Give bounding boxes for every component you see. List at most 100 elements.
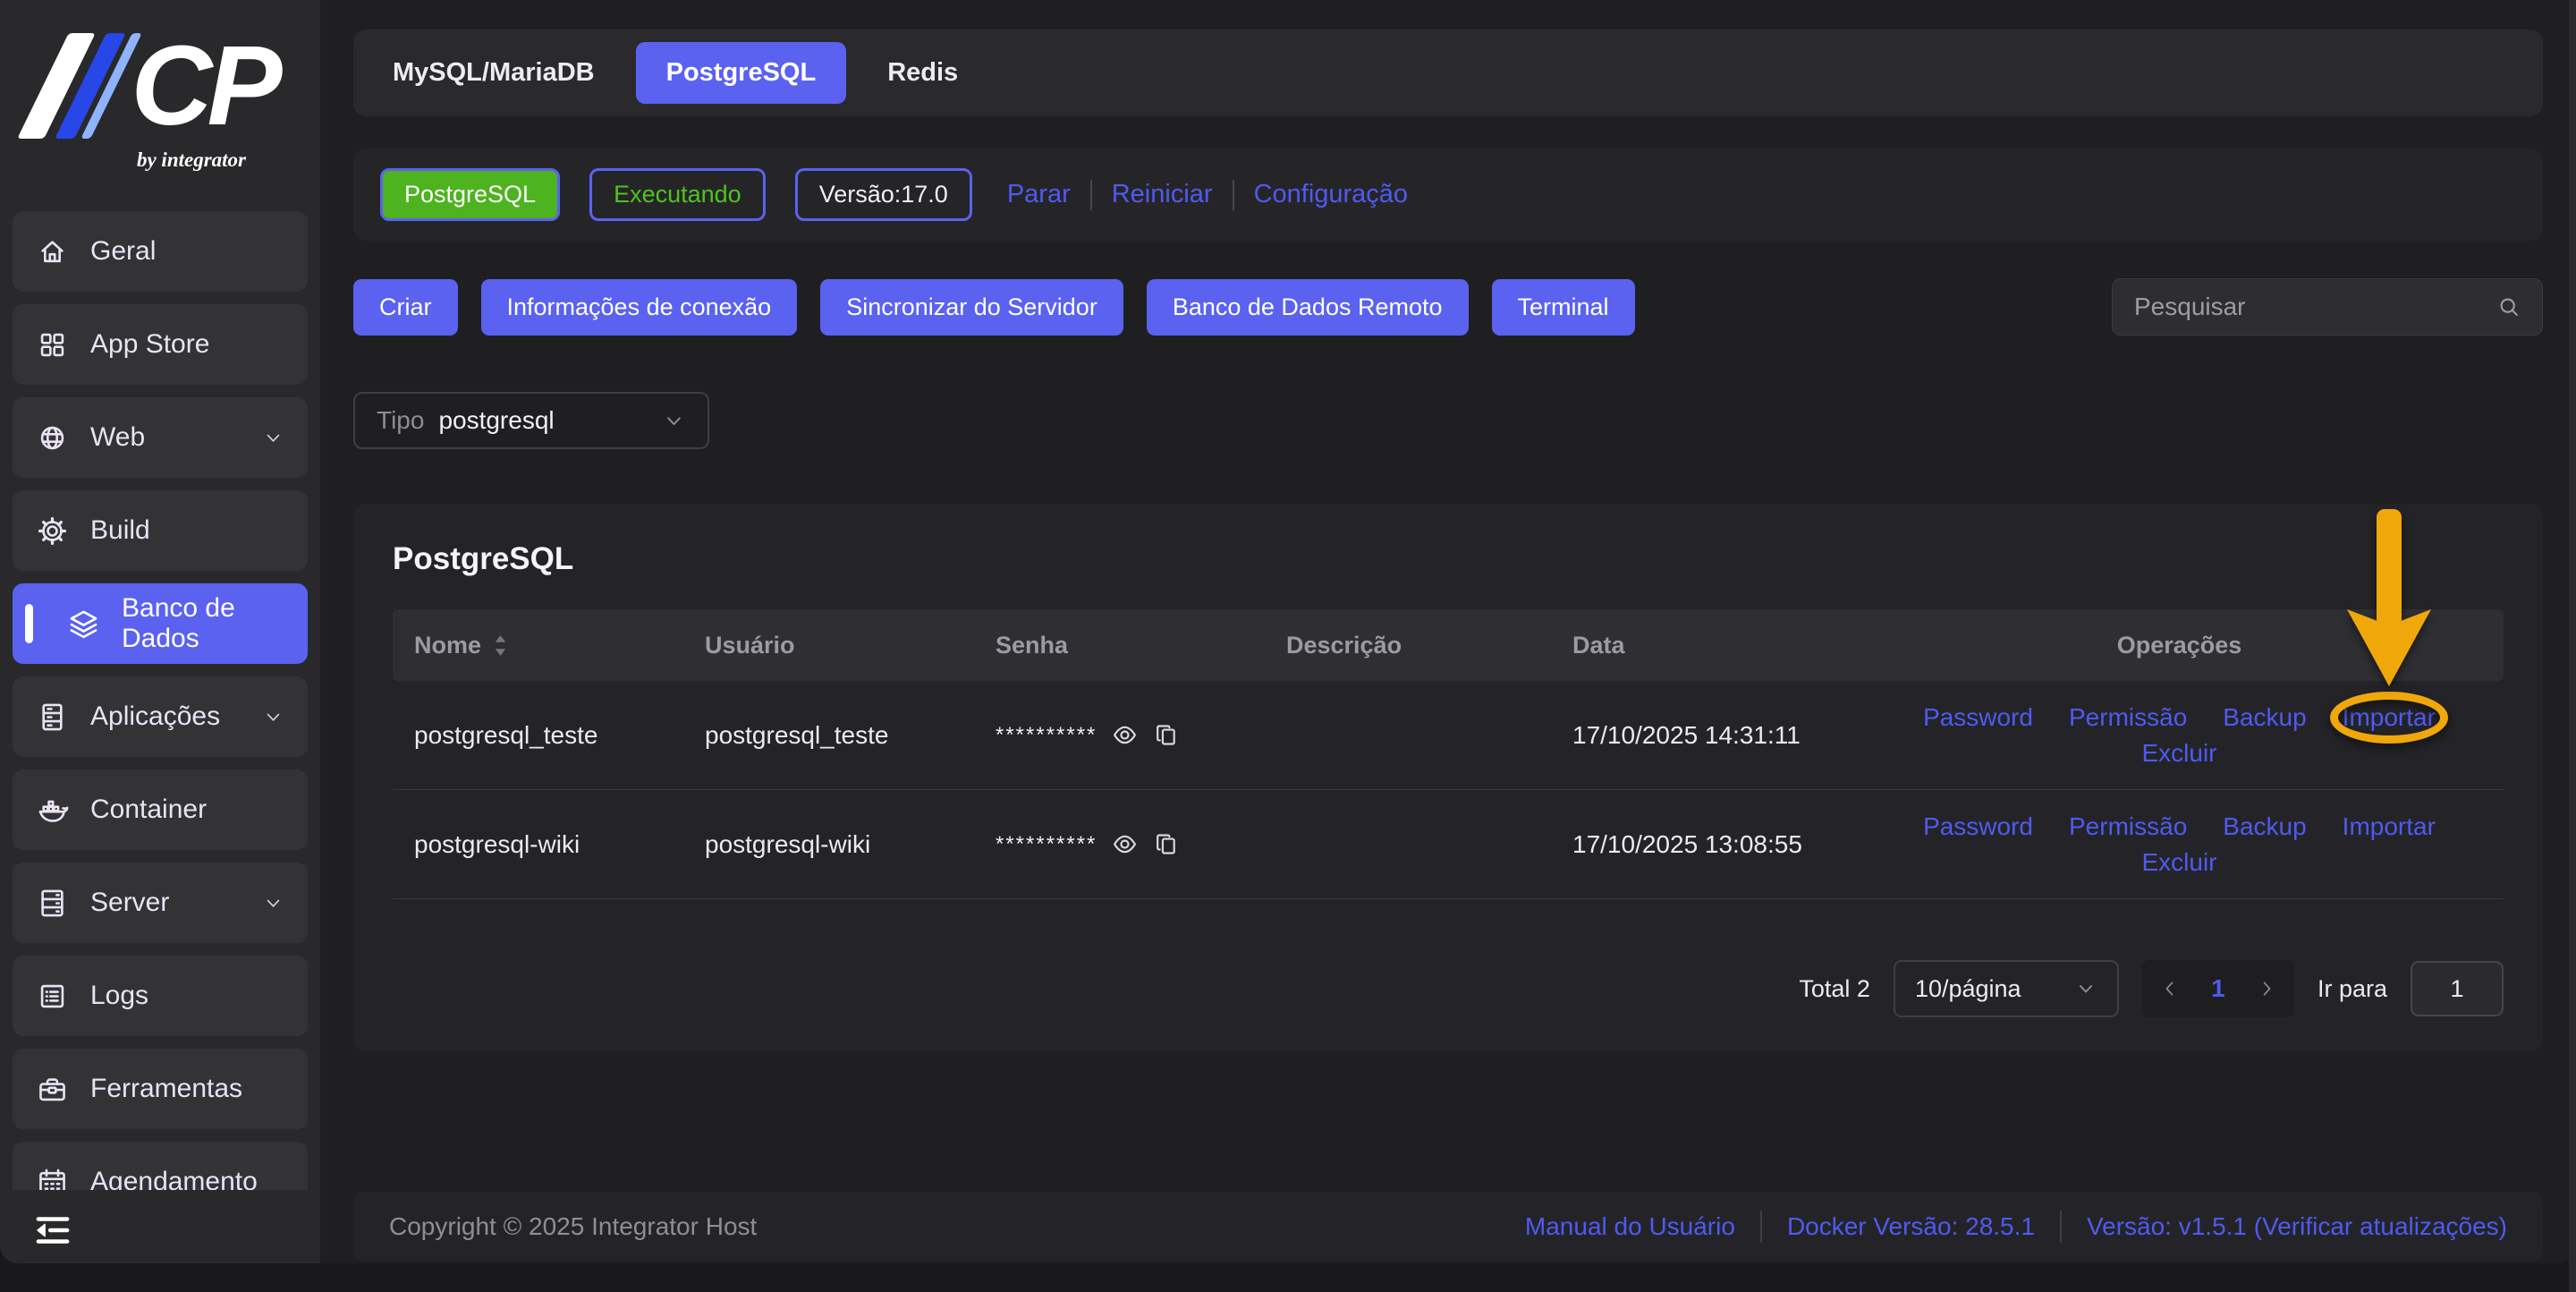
toolbar-row: Criar Informações de conexão Sincronizar d… (353, 278, 2543, 336)
pagination-total: Total 2 (1799, 974, 1870, 1002)
permissao-link[interactable]: Permissão (2069, 812, 2187, 841)
column-header-operacoes: Operações (1855, 632, 2504, 659)
configuracao-link[interactable]: Configuração (1254, 180, 1409, 209)
informacoes-de-conexao-button[interactable]: Informações de conexão (480, 278, 798, 336)
manual-do-usuario-link[interactable]: Manual do Usuário (1525, 1212, 1735, 1241)
column-header-data: Data (1551, 632, 1855, 659)
copyright-text: Copyright © 2025 Integrator Host (389, 1212, 758, 1240)
sidebar-item-label: Ferramentas (90, 1074, 243, 1103)
sidebar-item-label: Agendamento (90, 1167, 258, 1190)
type-select[interactable]: Tipo postgresql (353, 392, 709, 449)
cell-nome: postgresql_teste (414, 720, 598, 749)
show-password-eye-icon[interactable] (1111, 830, 1139, 858)
terminal-button[interactable]: Terminal (1491, 278, 1635, 336)
criar-button[interactable]: Criar (353, 278, 458, 336)
copy-password-icon[interactable] (1153, 721, 1181, 749)
sidebar-item-web[interactable]: Web (13, 397, 308, 478)
chevron-right-icon (2256, 978, 2277, 999)
parar-link[interactable]: Parar (1007, 180, 1071, 209)
excluir-link[interactable]: Excluir (2141, 739, 2216, 768)
versao-link[interactable]: Versão: v1.5.1 (Verificar atualizações) (2087, 1212, 2507, 1241)
cell-senha: ********** (974, 721, 1265, 749)
reiniciar-link[interactable]: Reiniciar (1112, 180, 1213, 209)
brand-logo: CP by integrator (17, 22, 283, 172)
card-title: PostgreSQL (393, 541, 574, 576)
cell-data: 17/10/2025 14:31:11 (1572, 720, 1801, 749)
tab-postgresql[interactable]: PostgreSQL (635, 42, 847, 104)
sidebar-item-logs[interactable]: Logs (13, 956, 308, 1036)
search-icon (2496, 293, 2522, 320)
password-mask: ********** (996, 722, 1097, 747)
operations-line: Password Permissão Backup Importar (1923, 508, 2448, 744)
operations-line: Excluir (2141, 848, 2216, 877)
permissao-link[interactable]: Permissão (2069, 703, 2187, 732)
page-size-select[interactable]: 10/página (1893, 960, 2119, 1017)
sincronizar-do-servidor-button[interactable]: Sincronizar do Servidor (820, 278, 1123, 336)
sidebar-item-aplicacoes[interactable]: Aplicações (13, 676, 308, 757)
sidebar-item-ferramentas[interactable]: Ferramentas (13, 1049, 308, 1129)
password-link[interactable]: Password (1923, 703, 2033, 732)
importar-link[interactable]: Importar (2343, 703, 2436, 731)
page-size-value: 10/página (1914, 974, 2021, 1002)
filter-row: Tipo postgresql (353, 392, 2543, 449)
sort-icon[interactable] (492, 633, 509, 658)
column-header-nome[interactable]: Nome (393, 632, 683, 659)
goto-page-input[interactable] (2411, 961, 2504, 1016)
sidebar-item-label: Server (90, 888, 170, 917)
calendar-icon (36, 1166, 69, 1190)
database-list-card: PostgreSQL Nome Usuário Senha Descrição Data… (353, 504, 2543, 1051)
separator (1232, 179, 1234, 210)
sidebar-collapse-button[interactable] (30, 1208, 75, 1253)
table-header: Nome Usuário Senha Descrição Data Operações (393, 609, 2504, 681)
importar-link[interactable]: Importar (2343, 812, 2436, 841)
current-page[interactable]: 1 (2194, 960, 2242, 1017)
tab-mysql-mariadb[interactable]: MySQL/MariaDB (393, 58, 595, 88)
cell-data: 17/10/2025 13:08:55 (1572, 829, 1802, 858)
show-password-eye-icon[interactable] (1111, 721, 1139, 749)
sidebar-item-label: Build (90, 515, 150, 545)
logo-text: CP (131, 22, 282, 149)
excluir-link[interactable]: Excluir (2141, 848, 2216, 877)
sidebar-item-label: App Store (90, 329, 210, 359)
sidebar-item-banco-de-dados[interactable]: Banco de Dados (13, 583, 308, 664)
sidebar-item-label: Web (90, 422, 146, 452)
scrollbar-track[interactable] (2569, 0, 2576, 1292)
copy-password-icon[interactable] (1153, 830, 1181, 858)
sidebar-item-geral[interactable]: Geral (13, 211, 308, 292)
server-icon (36, 887, 69, 920)
active-indicator (25, 604, 33, 643)
backup-link[interactable]: Backup (2223, 812, 2306, 841)
sidebar-item-app-store[interactable]: App Store (13, 304, 308, 385)
footer-links: Manual do Usuário Docker Versão: 28.5.1 Ve… (1525, 1211, 2507, 1243)
logo-row: CP (17, 22, 283, 149)
sidebar-item-container[interactable]: Container (13, 769, 308, 850)
column-header-label: Usuário (705, 631, 795, 659)
banco-de-dados-remoto-button[interactable]: Banco de Dados Remoto (1146, 278, 1469, 336)
backup-link[interactable]: Backup (2223, 703, 2306, 732)
sidebar-item-server[interactable]: Server (13, 863, 308, 943)
password-link[interactable]: Password (1923, 812, 2033, 841)
docker-versao-link[interactable]: Docker Versão: 28.5.1 (1787, 1212, 2035, 1241)
service-badge: PostgreSQL (380, 168, 561, 221)
column-header-label: Descrição (1286, 631, 1402, 659)
tab-redis[interactable]: Redis (887, 58, 958, 88)
status-actions: Parar Reiniciar Configuração (1007, 179, 1409, 210)
sidebar-item-agendamento[interactable]: Agendamento (13, 1142, 308, 1190)
next-page-button[interactable] (2242, 960, 2291, 1017)
sidebar-menu: Geral App Store Web Build Banco de Dados Apli… (13, 211, 308, 1190)
sidebar-item-label: Geral (90, 236, 157, 266)
table-body: postgresql_teste postgresql_teste ********… (393, 508, 2504, 899)
layers-icon (67, 608, 100, 641)
cell-nome: postgresql-wiki (414, 829, 580, 858)
status-bar: PostgreSQL Executando Versão:17.0 Parar R… (353, 149, 2543, 241)
separator (2059, 1211, 2062, 1243)
search-input[interactable] (2132, 292, 2485, 322)
main-content: MySQL/MariaDB PostgreSQL Redis PostgreSQL … (320, 0, 2576, 1263)
column-header-label: Senha (996, 631, 1069, 659)
separator (1089, 179, 1092, 210)
sidebar-item-build[interactable]: Build (13, 490, 308, 571)
toolbox-icon (36, 1073, 69, 1106)
chevron-left-icon (2159, 978, 2181, 999)
sidebar-item-label: Container (90, 795, 208, 824)
previous-page-button[interactable] (2146, 960, 2194, 1017)
